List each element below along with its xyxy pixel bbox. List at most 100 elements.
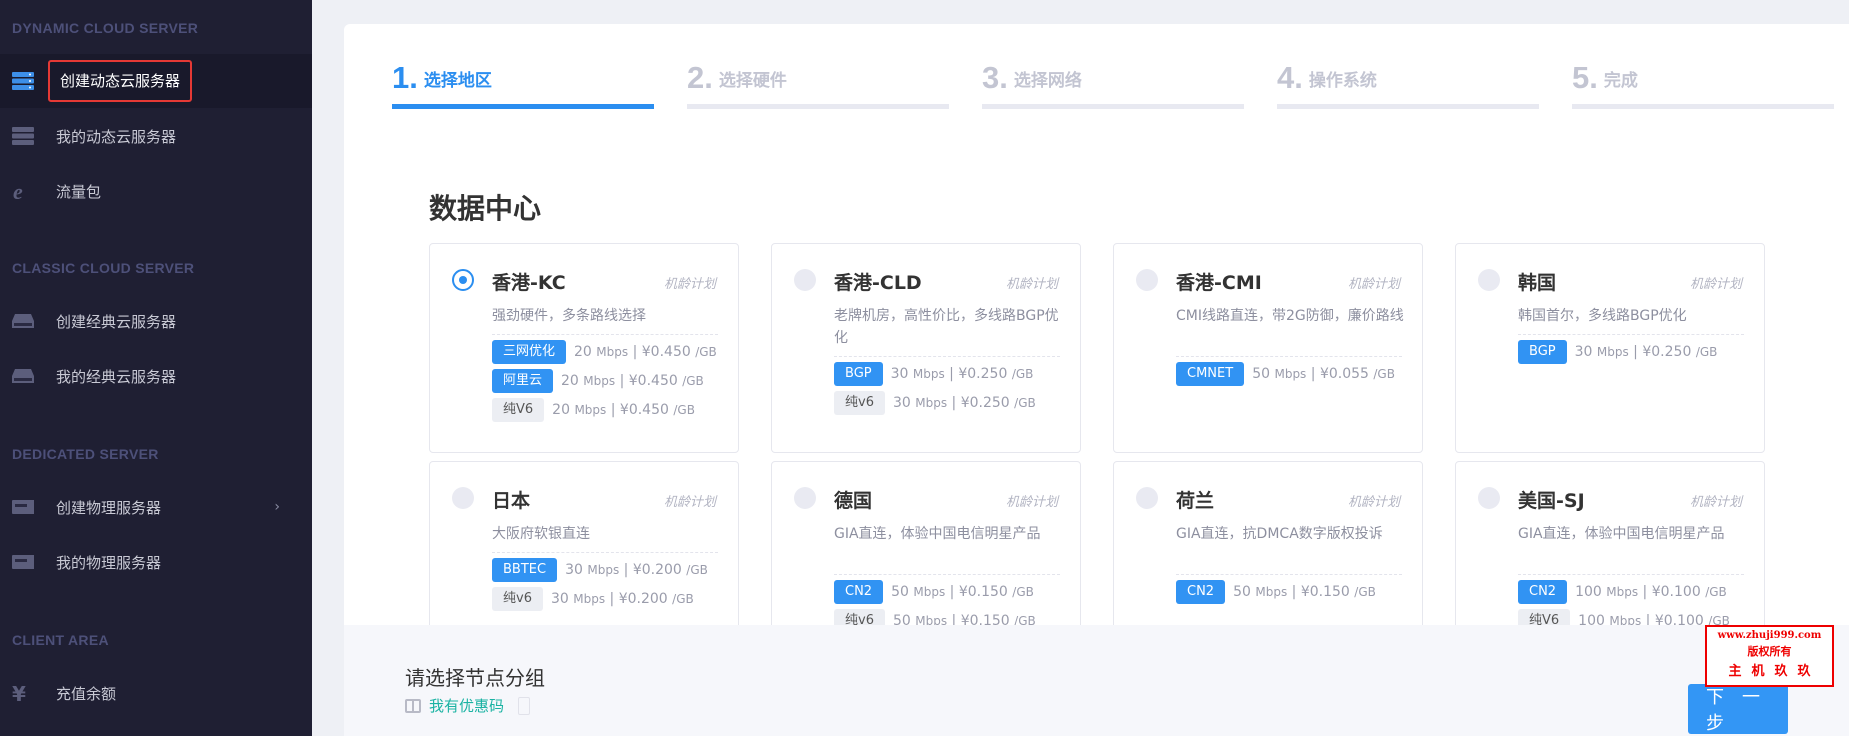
- watermark-stamp: www.zhuji999.com 版权所有 主机玖玖: [1705, 625, 1834, 687]
- datacenter-tag: 机龄计划: [663, 495, 716, 510]
- sidebar-item-my-dynamic-servers[interactable]: 我的动态云服务器: [0, 109, 312, 163]
- line-item: CMNET 50 Mbps | ¥0.055 /GB: [1176, 359, 1395, 388]
- datacenter-description: GIA直连，抗DMCA数字版权投诉: [1176, 526, 1383, 542]
- node-group-hint: 请选择节点分组: [405, 666, 545, 690]
- radio-button[interactable]: [794, 269, 816, 291]
- radio-button[interactable]: [452, 487, 474, 509]
- sidebar-section-title: DEDICATED SERVER: [12, 446, 159, 462]
- datacenter-card[interactable]: 香港-CLD 机龄计划 老牌机房，高性价比，多线路BGP优化 BGP 30 Mbps |…: [771, 243, 1081, 453]
- datacenter-description: 强劲硬件，多条路线选择: [492, 308, 646, 324]
- price-unit: /GB: [672, 591, 694, 606]
- sidebar-item-label: 我的动态云服务器: [56, 127, 177, 146]
- price-value: ¥0.450: [628, 372, 678, 389]
- sidebar-item-my-classic-servers[interactable]: 我的经典云服务器: [0, 349, 312, 403]
- rack-icon: [12, 555, 34, 569]
- price-value: ¥0.150: [958, 583, 1008, 600]
- line-item: 纯v6 30 Mbps | ¥0.250 /GB: [834, 388, 1036, 417]
- price-unit: /GB: [673, 402, 695, 417]
- line-badge: 阿里云: [492, 368, 554, 393]
- price-value: ¥0.450: [619, 401, 669, 418]
- radio-button[interactable]: [452, 269, 474, 291]
- sidebar-item-label: 创建物理服务器: [56, 498, 162, 517]
- step-finish[interactable]: 5. 完成: [1572, 60, 1834, 110]
- radio-button[interactable]: [794, 487, 816, 509]
- server-icon: [12, 72, 34, 90]
- radio-button[interactable]: [1136, 269, 1158, 291]
- bandwidth-value: 30: [892, 394, 911, 411]
- datacenter-description: GIA直连，体验中国电信明星产品: [1518, 526, 1725, 542]
- card-divider: [492, 334, 718, 335]
- price-unit: /GB: [686, 562, 708, 577]
- card-divider: [1518, 334, 1744, 335]
- line-list: 三网优化 20 Mbps | ¥0.450 /GB 阿里云 20 Mbps | ¥0.…: [492, 337, 717, 424]
- datacenter-card[interactable]: 香港-CMI 机龄计划 CMI线路直连，带2G防御，廉价路线 CMNET 50 Mbps…: [1113, 243, 1423, 453]
- sidebar-item-create-classic-server[interactable]: 创建经典云服务器: [0, 294, 312, 348]
- datacenter-name: 荷兰: [1176, 490, 1215, 512]
- line-item: CN2 100 Mbps | ¥0.100 /GB: [1518, 577, 1730, 606]
- price-unit: /GB: [1012, 584, 1034, 599]
- price-value: ¥0.250: [960, 394, 1010, 411]
- step-bar: [687, 104, 949, 109]
- datacenter-tag: 机龄计划: [663, 277, 716, 292]
- line-badge: CMNET: [1176, 361, 1245, 386]
- bandwidth-value: 20: [552, 401, 570, 418]
- bandwidth-unit: Mbps: [1255, 584, 1288, 599]
- sidebar-item-my-dedicated-servers[interactable]: 我的物理服务器: [0, 535, 312, 589]
- sidebar-item-create-dedicated-server[interactable]: 创建物理服务器 ›: [0, 480, 312, 534]
- datacenter-card[interactable]: 韩国 机龄计划 韩国首尔，多线路BGP优化 BGP 30 Mbps | ¥0.250 /…: [1455, 243, 1765, 453]
- drive-icon: [12, 369, 34, 383]
- bandwidth-value: 30: [1574, 343, 1593, 360]
- step-operating-system[interactable]: 4. 操作系统: [1277, 60, 1539, 110]
- price-value: ¥0.200: [632, 561, 682, 578]
- step-bar: [982, 104, 1244, 109]
- coupon-input[interactable]: [518, 696, 531, 715]
- datacenter-name: 香港-CMI: [1176, 272, 1262, 294]
- gift-icon: [405, 698, 421, 713]
- sidebar-item-recharge-balance[interactable]: ¥ 充值余额: [0, 666, 312, 720]
- next-step-button[interactable]: 下一步: [1688, 684, 1788, 734]
- step-select-region[interactable]: 1. 选择地区: [392, 60, 654, 110]
- price-unit: /GB: [1705, 584, 1727, 599]
- datacenter-tag: 机龄计划: [1347, 495, 1400, 510]
- price-value: ¥0.055: [1319, 365, 1369, 382]
- watermark-brand: 主机玖玖: [1728, 664, 1821, 679]
- yen-icon: ¥: [12, 682, 26, 706]
- line-item: BGP 30 Mbps | ¥0.250 /GB: [1518, 337, 1717, 366]
- line-badge: BGP: [834, 361, 883, 386]
- datacenter-card[interactable]: 香港-KC 机龄计划 强劲硬件，多条路线选择 三网优化 20 Mbps | ¥0.450…: [429, 243, 739, 453]
- step-label: 选择硬件: [718, 70, 787, 91]
- line-item: BGP 30 Mbps | ¥0.250 /GB: [834, 359, 1036, 388]
- datacenter-tag: 机龄计划: [1347, 277, 1400, 292]
- bandwidth-unit: Mbps: [1596, 344, 1629, 359]
- price-value: ¥0.250: [1642, 343, 1692, 360]
- radio-button[interactable]: [1136, 487, 1158, 509]
- line-item: 纯v6 30 Mbps | ¥0.200 /GB: [492, 584, 708, 613]
- bandwidth-unit: Mbps: [1274, 366, 1307, 381]
- price-unit: /GB: [1354, 584, 1376, 599]
- datacenter-tag: 机龄计划: [1689, 277, 1742, 292]
- sidebar-item-traffic-pack[interactable]: e 流量包: [0, 164, 312, 218]
- line-list: BBTEC 30 Mbps | ¥0.200 /GB 纯v6 30 Mbps | ¥0…: [492, 555, 708, 613]
- footer-bar: 请选择节点分组 我有优惠码 下一步: [344, 625, 1849, 736]
- step-number: 5.: [1572, 60, 1598, 95]
- bandwidth-unit: Mbps: [583, 373, 616, 388]
- line-badge: BBTEC: [492, 557, 558, 582]
- coupon-link[interactable]: 我有优惠码: [405, 695, 531, 716]
- sidebar-item-label: 我的经典云服务器: [56, 367, 177, 386]
- datacenter-name: 日本: [492, 490, 531, 512]
- datacenter-tag: 机龄计划: [1005, 277, 1058, 292]
- step-select-network[interactable]: 3. 选择网络: [982, 60, 1244, 110]
- line-item: BBTEC 30 Mbps | ¥0.200 /GB: [492, 555, 708, 584]
- bandwidth-unit: Mbps: [596, 344, 629, 359]
- sidebar-item-create-dynamic-server[interactable]: 创建动态云服务器: [0, 54, 312, 108]
- step-label: 完成: [1603, 70, 1638, 91]
- main-panel: 1. 选择地区 2. 选择硬件 3. 选择网络 4. 操作系统 5. 完成 数据中心 香港…: [344, 24, 1849, 736]
- step-select-hardware[interactable]: 2. 选择硬件: [687, 60, 949, 110]
- radio-button[interactable]: [1478, 487, 1500, 509]
- section-title: 数据中心: [429, 192, 542, 225]
- chevron-right-icon: ›: [274, 499, 280, 515]
- sidebar-section-title: CLASSIC CLOUD SERVER: [12, 260, 195, 276]
- radio-button[interactable]: [1478, 269, 1500, 291]
- step-number: 2.: [687, 60, 713, 95]
- ie-icon: e: [13, 180, 23, 202]
